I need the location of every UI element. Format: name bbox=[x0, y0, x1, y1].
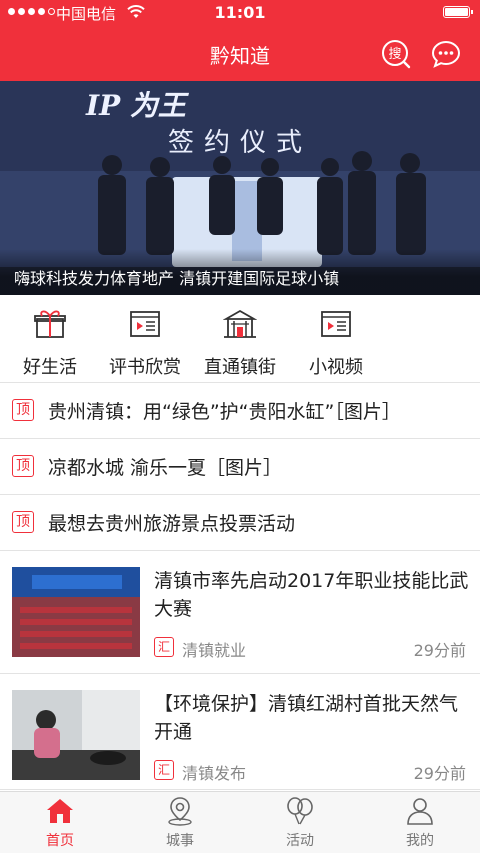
pinned-item-title: 贵州清镇：用“绿色”护“贵阳水缸”［图片］ bbox=[48, 401, 401, 423]
tab-city-news[interactable]: 城事 bbox=[120, 792, 240, 853]
tab-label: 城事 bbox=[166, 833, 194, 849]
pinned-list: 顶 贵州清镇：用“绿色”护“贵阳水缸”［图片］ 顶 凉都水城 渝乐一夏［图片］ … bbox=[0, 383, 480, 551]
quick-menu-label: 好生活 bbox=[23, 357, 77, 378]
user-icon bbox=[407, 798, 433, 825]
gift-icon bbox=[34, 310, 66, 338]
map-pin-icon bbox=[168, 797, 192, 826]
home-icon bbox=[47, 799, 73, 823]
news-item[interactable]: 【环境保护】清镇红湖村首批天然气开通 汇 清镇发布 29分前 bbox=[0, 674, 480, 790]
tab-home[interactable]: 首页 bbox=[0, 792, 120, 853]
app-header: 中国电信 11:01 黔知道 搜 bbox=[0, 0, 480, 81]
status-time: 11:01 bbox=[214, 3, 266, 22]
quick-menu-label: 直通镇街 bbox=[204, 357, 276, 378]
quick-menu: 好生活 评书欣赏 直通镇街 小视频 bbox=[0, 295, 480, 383]
pinned-item-title: 凉都水城 渝乐一夏［图片］ bbox=[48, 457, 283, 479]
search-icon[interactable]: 搜 bbox=[380, 38, 412, 70]
pinned-item[interactable]: 顶 贵州清镇：用“绿色”护“贵阳水缸”［图片］ bbox=[0, 383, 480, 439]
news-item[interactable]: 清镇市率先启动2017年职业技能比武大赛 汇 清镇就业 29分前 bbox=[0, 551, 480, 674]
tab-profile[interactable]: 我的 bbox=[360, 792, 480, 853]
news-thumbnail bbox=[12, 690, 140, 780]
pinned-badge: 顶 bbox=[12, 511, 34, 533]
building-icon bbox=[223, 309, 257, 338]
video-list-icon bbox=[321, 311, 351, 337]
banner-caption: 嗨球科技发力体育地产 清镇开建国际足球小镇 bbox=[0, 249, 480, 295]
quick-menu-item-storytelling[interactable]: 评书欣赏 bbox=[95, 295, 195, 383]
tab-events[interactable]: 活动 bbox=[240, 792, 360, 853]
video-list-icon bbox=[130, 311, 160, 337]
news-list: 清镇市率先启动2017年职业技能比武大赛 汇 清镇就业 29分前 【环境保护】清… bbox=[0, 551, 480, 790]
news-time: 29分前 bbox=[413, 764, 466, 783]
tab-label: 我的 bbox=[406, 833, 434, 849]
banner-carousel[interactable]: IP 为王 签约仪式 嗨球科技发力体育地产 清镇开建国际足球小镇 bbox=[0, 81, 480, 295]
pinned-item[interactable]: 顶 最想去贵州旅游景点投票活动 bbox=[0, 495, 480, 551]
balloons-icon bbox=[287, 797, 313, 825]
news-title: 【环境保护】清镇红湖村首批天然气开通 bbox=[154, 693, 459, 743]
source-badge: 汇 bbox=[154, 637, 174, 657]
tab-label: 首页 bbox=[46, 833, 74, 849]
battery-icon bbox=[443, 6, 473, 18]
news-thumbnail bbox=[12, 567, 140, 657]
source-badge: 汇 bbox=[154, 760, 174, 780]
search-icon-glyph: 搜 bbox=[388, 47, 401, 62]
pinned-item-title: 最想去贵州旅游景点投票活动 bbox=[48, 513, 296, 535]
quick-menu-label: 评书欣赏 bbox=[109, 357, 181, 378]
pinned-badge: 顶 bbox=[12, 399, 34, 421]
banner-stage-text: 签约仪式 bbox=[168, 128, 312, 158]
bottom-tab-bar: 首页 城事 活动 我的 bbox=[0, 791, 480, 853]
news-title: 清镇市率先启动2017年职业技能比武大赛 bbox=[154, 570, 469, 620]
quick-menu-label: 小视频 bbox=[309, 357, 363, 378]
status-bar: 中国电信 11:01 bbox=[0, 0, 480, 26]
pinned-item[interactable]: 顶 凉都水城 渝乐一夏［图片］ bbox=[0, 439, 480, 495]
app-screen: 中国电信 11:01 黔知道 搜 IP 为王 签约仪式 嗨球科技发力体育地产 清… bbox=[0, 0, 480, 853]
message-icon[interactable] bbox=[430, 38, 462, 70]
quick-menu-item-good-life[interactable]: 好生活 bbox=[0, 295, 100, 383]
pinned-badge: 顶 bbox=[12, 455, 34, 477]
news-source: 清镇发布 bbox=[182, 764, 247, 783]
quick-menu-item-short-video[interactable]: 小视频 bbox=[286, 295, 386, 383]
quick-menu-item-town-streets[interactable]: 直通镇街 bbox=[190, 295, 290, 383]
tab-label: 活动 bbox=[286, 833, 314, 849]
banner-logo-text: IP 为王 bbox=[85, 89, 190, 122]
news-source: 清镇就业 bbox=[182, 641, 247, 660]
news-time: 29分前 bbox=[413, 641, 466, 660]
